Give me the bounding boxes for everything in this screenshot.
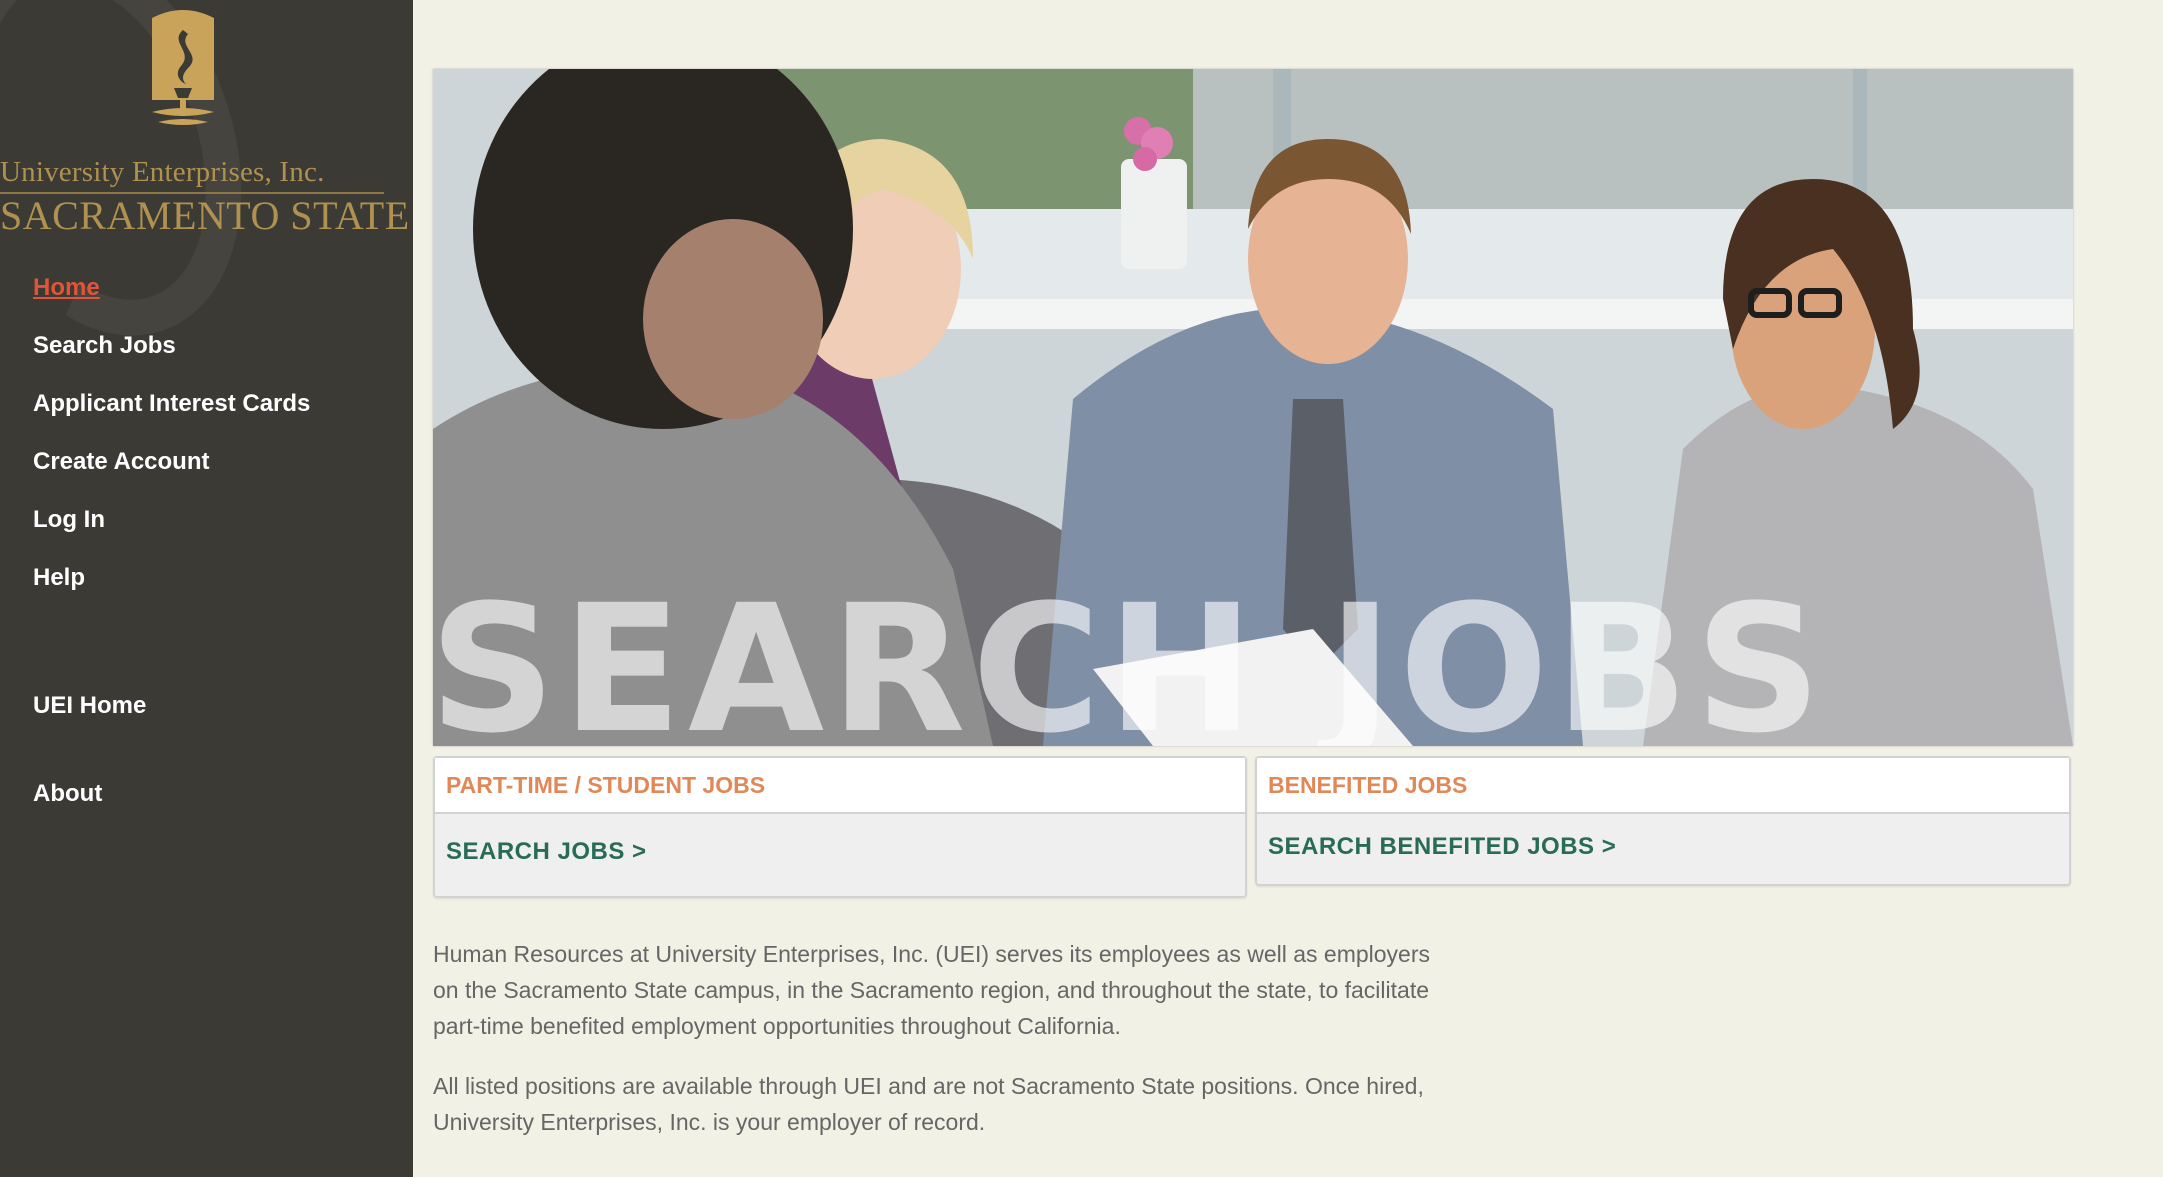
university-logo[interactable]: University Enterprises, Inc. SACRAMENTO …	[0, 0, 413, 250]
primary-nav: Home Search Jobs Applicant Interest Card…	[33, 272, 310, 620]
search-jobs-link[interactable]: SEARCH JOBS >	[435, 814, 1245, 890]
nav-item-log-in[interactable]: Log In	[33, 504, 310, 562]
part-time-jobs-card: PART-TIME / STUDENT JOBS SEARCH JOBS >	[433, 756, 1247, 898]
nav-item-home[interactable]: Home	[33, 272, 310, 330]
nav-item-search-jobs[interactable]: Search Jobs	[33, 330, 310, 388]
logo-text-line2: SACRAMENTO STATE	[0, 192, 410, 238]
sidebar: University Enterprises, Inc. SACRAMENTO …	[0, 0, 413, 1177]
intro-paragraph-2: All listed positions are available throu…	[433, 1073, 1424, 1135]
part-time-jobs-card-title: PART-TIME / STUDENT JOBS	[435, 758, 1245, 814]
benefited-jobs-card: BENEFITED JOBS SEARCH BENEFITED JOBS >	[1255, 756, 2071, 886]
hero-title: SEARCH JOBS	[433, 567, 1828, 747]
nav-item-about[interactable]: About	[33, 778, 102, 810]
nav-item-applicant-interest-cards[interactable]: Applicant Interest Cards	[33, 388, 310, 446]
hero-banner[interactable]: SEARCH JOBS	[433, 69, 2073, 746]
nav-item-uei-home[interactable]: UEI Home	[33, 690, 146, 722]
torch-flame-icon	[152, 10, 214, 125]
logo-text-line1: University Enterprises, Inc.	[0, 156, 325, 188]
intro-paragraph-1: Human Resources at University Enterprise…	[433, 941, 1431, 1039]
benefited-jobs-card-title: BENEFITED JOBS	[1257, 758, 2069, 814]
nav-item-create-account[interactable]: Create Account	[33, 446, 310, 504]
intro-text: Human Resources at University Enterprise…	[433, 936, 1433, 1164]
search-benefited-jobs-link[interactable]: SEARCH BENEFITED JOBS >	[1257, 814, 2069, 880]
nav-item-help[interactable]: Help	[33, 562, 310, 620]
